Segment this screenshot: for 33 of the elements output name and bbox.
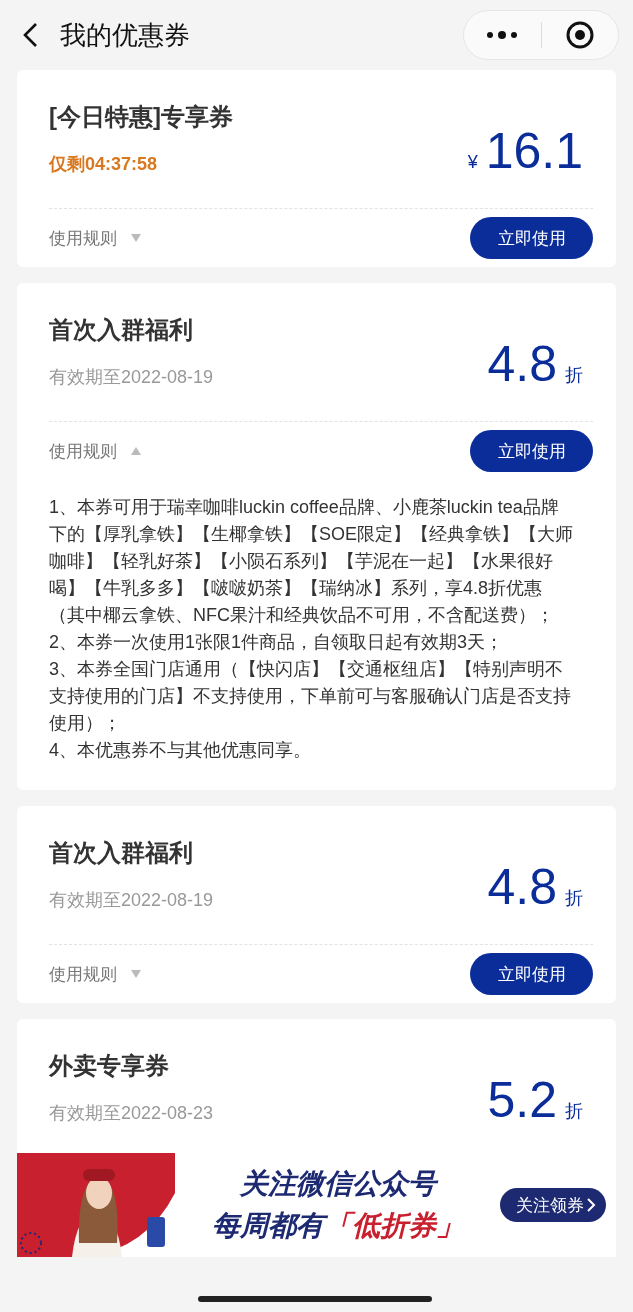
- rules-toggle[interactable]: 使用规则: [49, 962, 141, 986]
- countdown-text: 仅剩04:37:58: [49, 153, 159, 176]
- target-icon: [565, 21, 594, 49]
- expiry-date: 有效期至2022-08-19: [49, 889, 214, 912]
- discount-value: 4.8: [487, 339, 557, 389]
- discount-unit: 折: [565, 364, 583, 387]
- rule-text: 1、本券可用于瑞幸咖啡luckin coffee品牌、小鹿茶luckin tea品牌下的【厚乳拿铁】【生椰拿铁】【SOE限定】【经典拿铁】【大师咖啡】【轻乳好茶】【小陨石系列】【芋泥在一起】【水果很好喝】【牛乳多多】【啵啵奶茶】【瑞纳冰】系列，享4.8折优惠（其中椰云拿铁、NFC果汁和经典饮品不可用，不含配送费）；: [49, 496, 574, 627]
- rules-toggle[interactable]: 使用规则: [49, 439, 141, 463]
- back-icon[interactable]: [22, 22, 38, 48]
- more-icon: [486, 31, 519, 39]
- coupon-title: 首次入群福利: [49, 838, 194, 868]
- rule-text: 3、本券全国门店通用（【快闪店】【交通枢纽店】【特别声明不支持使用的门店】不支持使用，下单前可与客服确认门店是否支持使用）；: [49, 658, 572, 735]
- rule-text: 2、本券一次使用1张限1件商品，自领取日起有效期3天；: [49, 631, 505, 654]
- coupon-amount: 16.1: [485, 126, 583, 176]
- page-title: 我的优惠券: [60, 18, 191, 52]
- coupon-title: 外卖专享券: [49, 1051, 170, 1081]
- rules-toggle[interactable]: 使用规则: [49, 226, 141, 250]
- expiry-date: 有效期至2022-08-19: [49, 366, 214, 389]
- discount-unit: 折: [565, 887, 583, 910]
- follow-button[interactable]: 关注领券: [500, 1188, 606, 1222]
- discount-value: 5.2: [487, 1075, 557, 1125]
- coupon-title: 首次入群福利: [49, 315, 194, 345]
- use-now-button[interactable]: 立即使用: [470, 953, 593, 995]
- coupon-title: [今日特惠]专享券: [49, 102, 233, 132]
- promo-banner[interactable]: 关注微信公众号 每周都有「低折券」 关注领券: [17, 1153, 616, 1257]
- rule-text: 4、本优惠券不与其他优惠同享。: [49, 739, 312, 762]
- currency-sign: ¥: [467, 152, 478, 173]
- use-now-button[interactable]: 立即使用: [470, 217, 593, 259]
- discount-unit: 折: [565, 1100, 583, 1123]
- discount-value: 4.8: [487, 862, 557, 912]
- use-now-button[interactable]: 立即使用: [470, 430, 593, 472]
- chevron-right-icon: [586, 1197, 596, 1213]
- expiry-date: 有效期至2022-08-23: [49, 1102, 214, 1125]
